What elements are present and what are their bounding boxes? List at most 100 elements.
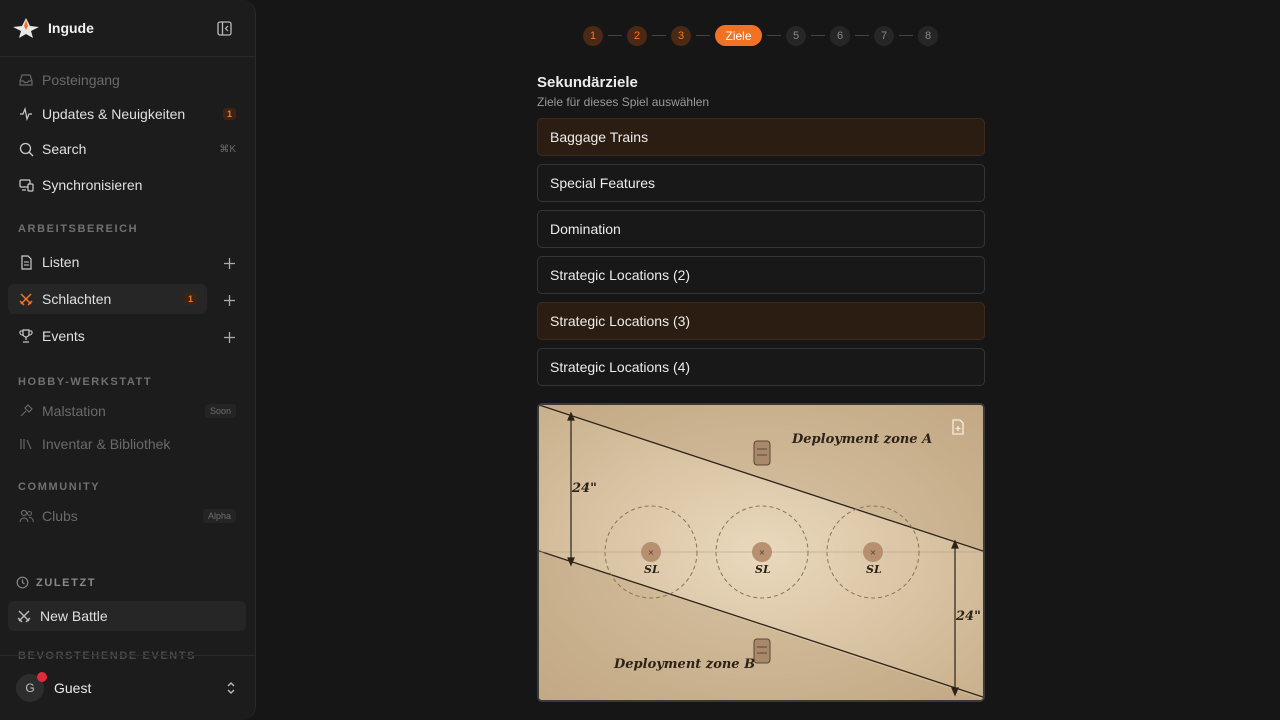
distance-left-label: 24" bbox=[572, 481, 597, 496]
sidebar-item-malstation[interactable]: Malstation Soon bbox=[8, 396, 246, 426]
sidebar-header: Ingude bbox=[0, 0, 255, 57]
step-connector bbox=[608, 35, 622, 36]
sidebar-item-label: Posteingang bbox=[42, 72, 120, 88]
svg-text:×: × bbox=[648, 548, 655, 557]
section-label-zuletzt: ZULETZT bbox=[36, 577, 97, 589]
crossed-swords-icon bbox=[16, 608, 32, 624]
activity-icon bbox=[18, 106, 34, 122]
baggage-token-b-icon bbox=[753, 638, 771, 664]
svg-text:×: × bbox=[870, 548, 877, 557]
trophy-icon bbox=[18, 328, 34, 344]
section-subtitle: Ziele für dieses Spiel auswählen bbox=[537, 95, 710, 109]
deployment-map: × × × Deployment zone A Deployment zone B … bbox=[537, 403, 985, 702]
user-footer[interactable]: G Guest bbox=[0, 655, 255, 720]
step-connector bbox=[811, 35, 825, 36]
alpha-tag: Alpha bbox=[202, 509, 236, 523]
add-battle-plus-icon[interactable] bbox=[220, 291, 238, 309]
sidebar-item-label: Events bbox=[42, 328, 85, 344]
step-connector bbox=[899, 35, 913, 36]
sidebar-item-label: Malstation bbox=[42, 403, 106, 419]
user-name: Guest bbox=[54, 680, 92, 696]
step-current-ziele[interactable]: Ziele bbox=[715, 25, 762, 46]
objective-label: Domination bbox=[550, 221, 621, 237]
objective-option[interactable]: Strategic Locations (3) bbox=[537, 302, 985, 340]
step-6[interactable]: 6 bbox=[830, 25, 850, 46]
sidebar: Ingude Posteingang Updates & Neuigkeiten… bbox=[0, 0, 256, 720]
sidebar-item-updates[interactable]: Updates & Neuigkeiten 1 bbox=[8, 99, 246, 129]
step-2[interactable]: 2 bbox=[627, 25, 647, 46]
sidebar-item-clubs[interactable]: Clubs Alpha bbox=[8, 501, 246, 531]
objective-option[interactable]: Special Features bbox=[537, 164, 985, 202]
objective-label: Strategic Locations (2) bbox=[550, 267, 691, 283]
chevron-updown-icon[interactable] bbox=[225, 680, 239, 696]
step-3[interactable]: 3 bbox=[671, 25, 691, 46]
sidebar-item-posteingang[interactable]: Posteingang bbox=[8, 65, 246, 95]
sidebar-item-label: Inventar & Bibliothek bbox=[42, 436, 171, 452]
step-1[interactable]: 1 bbox=[583, 25, 603, 46]
recent-item-label: New Battle bbox=[40, 608, 108, 624]
sidebar-item-label: Search bbox=[42, 141, 87, 157]
export-document-icon[interactable] bbox=[951, 419, 969, 437]
inbox-icon bbox=[18, 72, 34, 88]
avatar: G bbox=[16, 672, 47, 702]
users-icon bbox=[18, 508, 34, 524]
clock-icon bbox=[16, 576, 30, 590]
baggage-token-a-icon bbox=[753, 440, 771, 466]
wizard-stepper: 1 2 3 Ziele 5 6 7 8 bbox=[583, 25, 938, 46]
objective-option[interactable]: Domination bbox=[537, 210, 985, 248]
recent-section-header: ZULETZT bbox=[16, 576, 96, 590]
battles-count-badge: 1 bbox=[183, 293, 197, 305]
deployment-zone-a-label: Deployment zone A bbox=[792, 432, 933, 447]
objective-label: Special Features bbox=[550, 175, 656, 191]
sidebar-item-search[interactable]: Search ⌘K bbox=[8, 134, 246, 164]
strategic-location-label: SL bbox=[866, 563, 882, 576]
step-connector bbox=[767, 35, 781, 36]
sidebar-item-label: Synchronisieren bbox=[42, 177, 143, 193]
sidebar-item-synchronisieren[interactable]: Synchronisieren bbox=[8, 170, 246, 200]
app-logo-icon bbox=[12, 16, 40, 40]
step-connector bbox=[652, 35, 666, 36]
sidebar-item-label: Schlachten bbox=[42, 291, 112, 307]
deployment-map-drawing: × × × bbox=[539, 405, 983, 700]
step-7[interactable]: 7 bbox=[874, 25, 894, 46]
step-connector bbox=[696, 35, 710, 36]
library-icon bbox=[18, 436, 34, 452]
deployment-zone-b-label: Deployment zone B bbox=[614, 657, 756, 672]
add-event-plus-icon[interactable] bbox=[220, 328, 238, 346]
notification-dot bbox=[37, 672, 47, 682]
section-title: Sekundärziele bbox=[537, 74, 638, 91]
sidebar-item-events[interactable]: Events bbox=[8, 321, 208, 351]
app-name: Ingude bbox=[48, 20, 94, 36]
search-shortcut: ⌘K bbox=[219, 143, 236, 155]
document-icon bbox=[18, 254, 34, 270]
crossed-swords-icon bbox=[18, 291, 34, 307]
sidebar-item-label: Clubs bbox=[42, 508, 78, 524]
step-8[interactable]: 8 bbox=[918, 25, 938, 46]
sidebar-item-label: Updates & Neuigkeiten bbox=[42, 106, 186, 122]
sidebar-item-inventar[interactable]: Inventar & Bibliothek bbox=[8, 429, 246, 459]
sidebar-item-schlachten[interactable]: Schlachten 1 bbox=[8, 284, 207, 314]
objective-label: Strategic Locations (4) bbox=[550, 359, 691, 375]
add-list-plus-icon[interactable] bbox=[220, 254, 238, 272]
brush-icon bbox=[18, 403, 34, 419]
avatar-initial: G bbox=[25, 681, 35, 695]
objective-option[interactable]: Baggage Trains bbox=[537, 118, 985, 156]
objective-label: Baggage Trains bbox=[550, 129, 649, 145]
objective-option[interactable]: Strategic Locations (2) bbox=[537, 256, 985, 294]
step-connector bbox=[855, 35, 869, 36]
strategic-location-label: SL bbox=[755, 563, 771, 576]
objective-option[interactable]: Strategic Locations (4) bbox=[537, 348, 985, 386]
objective-label: Strategic Locations (3) bbox=[550, 313, 691, 329]
soon-tag: Soon bbox=[204, 404, 236, 418]
sidebar-item-listen[interactable]: Listen bbox=[8, 247, 208, 277]
strategic-location-label: SL bbox=[644, 563, 660, 576]
step-5[interactable]: 5 bbox=[786, 25, 806, 46]
distance-right-label: 24" bbox=[956, 609, 981, 624]
svg-text:×: × bbox=[759, 548, 766, 557]
updates-count-badge: 1 bbox=[222, 108, 236, 120]
recent-item-new-battle[interactable]: New Battle bbox=[8, 601, 246, 631]
sidebar-collapse-icon[interactable] bbox=[215, 19, 233, 37]
section-label-hobby-werkstatt: HOBBY-WERKSTATT bbox=[18, 376, 153, 388]
sidebar-item-label: Listen bbox=[42, 254, 80, 270]
devices-icon bbox=[18, 177, 34, 193]
